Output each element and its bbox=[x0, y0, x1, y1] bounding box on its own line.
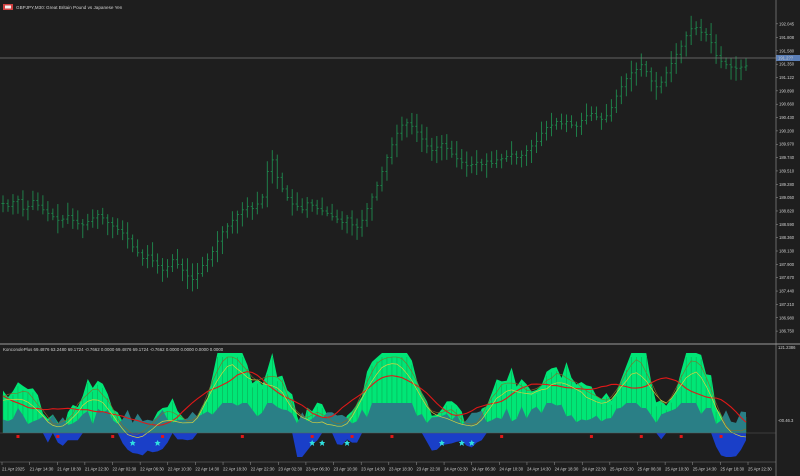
sell-signal-marker bbox=[500, 435, 504, 438]
time-axis-label: 22 Apr 02:30 bbox=[113, 467, 137, 472]
symbol-description: Great Britain Pound vs Japanese Yen bbox=[46, 5, 123, 10]
price-axis-label: 191.580 bbox=[779, 48, 795, 53]
price-axis-label: 186.750 bbox=[779, 329, 795, 334]
time-axis-label: 21 Apr 18:30 bbox=[57, 467, 81, 472]
time-axis-label: 25 Apr 22:30 bbox=[748, 467, 772, 472]
sell-signal-marker bbox=[16, 435, 20, 438]
time-axis-label: 22 Apr 06:30 bbox=[140, 467, 164, 472]
price-axis-label: 189.970 bbox=[779, 142, 795, 147]
price-axis-label: 191.122 bbox=[779, 75, 795, 80]
time-axis-label: 23 Apr 18:30 bbox=[389, 467, 413, 472]
time-axis-label: 23 Apr 22:30 bbox=[416, 467, 440, 472]
time-axis-label: 21 Apr 14:30 bbox=[30, 467, 54, 472]
sell-signal-marker bbox=[56, 435, 60, 438]
sell-signal-marker bbox=[390, 435, 394, 438]
price-axis-label: 189.740 bbox=[779, 155, 795, 160]
chart-title: GBPJPY,M30: Great Britain Pound vs Japan… bbox=[3, 4, 123, 10]
price-axis-label: 187.670 bbox=[779, 275, 795, 280]
sell-signal-marker bbox=[240, 435, 244, 438]
price-axis-label: 190.890 bbox=[779, 88, 795, 93]
price-axis-label: 186.980 bbox=[779, 315, 795, 320]
sell-signal-marker bbox=[679, 435, 683, 438]
sell-signal-marker bbox=[589, 435, 593, 438]
price-axis-label: 189.050 bbox=[779, 195, 795, 200]
time-axis-label: 22 Apr 22:30 bbox=[251, 467, 275, 472]
time-axis-label: 24 Apr 18:30 bbox=[555, 467, 579, 472]
time-axis-label: 23 Apr 06:30 bbox=[306, 467, 330, 472]
sell-signal-marker bbox=[350, 435, 354, 438]
price-axis-label: 189.280 bbox=[779, 182, 795, 187]
time-axis-label: 25 Apr 10:30 bbox=[665, 467, 689, 472]
time-axis-label: 25 Apr 06:30 bbox=[637, 467, 661, 472]
time-axis-label: 21 Apr 22:30 bbox=[85, 467, 109, 472]
sell-signal-marker bbox=[639, 435, 643, 438]
time-axis-label: 25 Apr 02:30 bbox=[610, 467, 634, 472]
price-axis-label: 188.820 bbox=[779, 208, 795, 213]
price-axis-label: 187.210 bbox=[779, 302, 795, 307]
price-axis-label: 192.045 bbox=[779, 21, 795, 26]
sell-signal-marker bbox=[111, 435, 115, 438]
price-axis-label: 190.200 bbox=[779, 128, 795, 133]
time-axis-label: 22 Apr 10:30 bbox=[168, 467, 192, 472]
time-axis-label: 24 Apr 02:30 bbox=[444, 467, 468, 472]
price-axis-label: 188.360 bbox=[779, 235, 795, 240]
time-axis-label: 23 Apr 10:30 bbox=[334, 467, 358, 472]
indicator-label: KonconolePlus 69.4876 63.2480 69.1724 -0… bbox=[3, 347, 224, 352]
time-axis-label: 23 Apr 14:30 bbox=[361, 467, 385, 472]
sell-signal-marker bbox=[719, 435, 723, 438]
price-axis-label: 188.130 bbox=[779, 249, 795, 254]
indicator-scale-max: 121.2386 bbox=[778, 345, 796, 350]
sell-signal-marker bbox=[161, 435, 165, 438]
time-axis-label: 25 Apr 18:30 bbox=[720, 467, 744, 472]
symbol-label: GBPJPY,M30: bbox=[16, 5, 45, 10]
price-axis-label: 190.660 bbox=[779, 102, 795, 107]
time-axis-label: 24 Apr 10:30 bbox=[499, 467, 523, 472]
price-axis-label: 188.590 bbox=[779, 222, 795, 227]
time-axis-label: 25 Apr 14:30 bbox=[693, 467, 717, 472]
time-axis-label: 24 Apr 22:30 bbox=[582, 467, 606, 472]
time-axis-label: 24 Apr 06:30 bbox=[472, 467, 496, 472]
price-axis-label: 190.430 bbox=[779, 115, 795, 120]
current-price-marker-label: 191.2?? bbox=[778, 56, 794, 61]
time-axis-label: 21 Apr 2025 bbox=[2, 467, 25, 472]
price-axis-label: 187.440 bbox=[779, 289, 795, 294]
sell-signal-marker bbox=[310, 435, 314, 438]
price-axis-label: 189.510 bbox=[779, 168, 795, 173]
time-axis-label: 22 Apr 18:30 bbox=[223, 467, 247, 472]
indicator-scale-min: -00.46.3 bbox=[778, 418, 794, 423]
price-axis-label: 191.350 bbox=[779, 62, 795, 67]
price-axis-label: 191.808 bbox=[779, 35, 795, 40]
time-axis-label: 23 Apr 02:30 bbox=[278, 467, 302, 472]
time-axis-label: 22 Apr 14:30 bbox=[195, 467, 219, 472]
time-axis-label: 24 Apr 14:30 bbox=[527, 467, 551, 472]
price-axis-label: 187.900 bbox=[779, 262, 795, 267]
chart-window[interactable]: GBPJPY,M30: Great Britain Pound vs Japan… bbox=[0, 0, 800, 476]
